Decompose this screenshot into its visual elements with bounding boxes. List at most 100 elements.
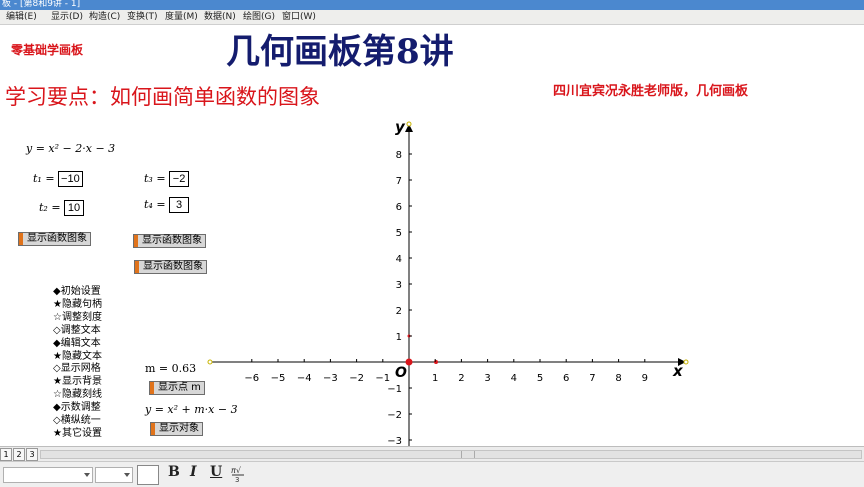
menu-data[interactable]: 数据(N) — [204, 10, 236, 24]
m-parameter[interactable]: m = 0.63 — [145, 362, 196, 375]
x-tick-label: 8 — [615, 373, 621, 384]
function-1-equation[interactable]: y = x² − 2·x − 3 — [26, 142, 115, 155]
param-t3-label: t₃ = — [144, 172, 166, 185]
x-tick-label: 5 — [537, 373, 543, 384]
y-tick-label: 2 — [396, 306, 402, 317]
show-graph-button-3[interactable]: 显示函数图象 — [134, 260, 207, 274]
menu-hide-handles[interactable]: ★隐藏句柄 — [53, 299, 102, 312]
x-tick-label: −1 — [375, 373, 390, 384]
x-axis-right-handle[interactable] — [683, 359, 689, 365]
menu-unify-axes[interactable]: ◇横纵统一 — [53, 415, 102, 428]
y-tick-label: 6 — [396, 202, 402, 213]
x-tick-label: 6 — [563, 373, 569, 384]
y-tick-label: −1 — [387, 384, 402, 395]
x-tick-label: −6 — [244, 373, 259, 384]
italic-button[interactable]: I — [190, 464, 197, 480]
x-tick-label: 4 — [511, 373, 517, 384]
param-t2[interactable]: t₂ = 10 — [39, 200, 85, 216]
font-family-select[interactable] — [3, 467, 93, 483]
param-t3[interactable]: t₃ = −2 — [144, 171, 190, 187]
menu-adjust-scale[interactable]: ☆调整刻度 — [53, 312, 102, 325]
bold-button[interactable]: B — [168, 464, 180, 480]
y-tick-label: 3 — [396, 280, 402, 291]
window-title-bar: 板 - [第8和9讲 - 1] — [0, 0, 864, 10]
param-t3-value[interactable]: −2 — [169, 171, 190, 187]
x-tick-label: −2 — [349, 373, 364, 384]
menu-window[interactable]: 窗口(W) — [282, 10, 316, 24]
x-axis-label: x — [672, 362, 684, 380]
show-object-button[interactable]: 显示对象 — [150, 422, 203, 436]
param-t1-value[interactable]: −10 — [58, 171, 83, 187]
menu-bar: 编辑(E) 显示(D) 构造(C) 变换(T) 度量(M) 数据(N) 绘图(G… — [0, 10, 864, 25]
x-tick-label: 2 — [458, 373, 464, 384]
menu-transform[interactable]: 变换(T) — [127, 10, 158, 24]
y-tick-label: 1 — [396, 332, 402, 343]
horizontal-scrollbar[interactable] — [40, 450, 862, 459]
x-tick-group: −6 −5 −4 −3 −2 −1 1 2 3 4 5 6 7 8 9 — [244, 359, 648, 384]
param-t4[interactable]: t₄ = 3 — [144, 197, 190, 213]
sketch-canvas[interactable]: 零基础学画板 几何画板第8讲 学习要点：如何画简单函数的图象 四川宜宾况永胜老师… — [0, 25, 864, 446]
param-t4-value[interactable]: 3 — [169, 197, 190, 213]
x-axis-left-handle[interactable] — [207, 359, 213, 365]
page-tab-1[interactable]: 1 — [0, 448, 12, 461]
y-tick-label: 4 — [396, 254, 402, 265]
x-tick-label: −5 — [271, 373, 286, 384]
page-tab-2[interactable]: 2 — [13, 448, 25, 461]
menu-other-settings[interactable]: ★其它设置 — [53, 428, 102, 441]
y-tick-label: 7 — [396, 176, 402, 187]
text-color-swatch[interactable] — [137, 465, 159, 485]
x-tick-label: 3 — [484, 373, 490, 384]
x-tick-label: 7 — [589, 373, 595, 384]
function-2-equation[interactable]: y = x² + m·x − 3 — [145, 403, 238, 416]
page-tab-3[interactable]: 3 — [26, 448, 38, 461]
show-graph-button-2[interactable]: 显示函数图象 — [133, 234, 206, 248]
lecture-title: 几何画板第8讲 — [226, 32, 454, 72]
y-axis-label: y — [395, 118, 406, 136]
menu-hide-text[interactable]: ★隐藏文本 — [53, 351, 102, 364]
param-t2-value[interactable]: 10 — [64, 200, 85, 216]
x-tick-label: −3 — [323, 373, 338, 384]
unit-point-y[interactable] — [407, 334, 411, 338]
corner-label: 零基础学画板 — [11, 43, 84, 57]
origin-label: O — [395, 365, 407, 381]
menu-graph[interactable]: 绘图(G) — [243, 10, 275, 24]
menu-initial-setup[interactable]: ◆初始设置 — [53, 286, 102, 299]
x-axis-arrow — [678, 358, 686, 366]
y-tick-label: −3 — [387, 436, 402, 446]
menu-adjust-text[interactable]: ◇调整文本 — [53, 325, 102, 338]
menu-show-grid[interactable]: ◇显示网格 — [53, 363, 102, 376]
svg-text:3: 3 — [235, 476, 239, 483]
menu-hide-ticks[interactable]: ☆隐藏刻线 — [53, 389, 102, 402]
y-tick-label: 5 — [396, 228, 402, 239]
key-point-heading: 学习要点：如何画简单函数的图象 — [5, 85, 320, 109]
menu-show-background[interactable]: ★显示背景 — [53, 376, 102, 389]
show-graph-button-1[interactable]: 显示函数图象 — [18, 232, 91, 246]
font-size-select[interactable] — [95, 467, 133, 483]
menu-display[interactable]: 显示(D) — [51, 10, 83, 24]
underline-button[interactable]: U — [210, 464, 222, 480]
x-tick-label: 1 — [432, 373, 438, 384]
author-label: 四川宜宾况永胜老师版，几何画板 — [553, 84, 749, 99]
param-t2-label: t₂ = — [39, 201, 61, 214]
param-t1[interactable]: t₁ = −10 — [33, 171, 83, 187]
x-tick-label: −4 — [297, 373, 312, 384]
menu-edit[interactable]: 编辑(E) — [6, 10, 37, 24]
window-title: 板 - [第8和9讲 - 1] — [2, 0, 81, 9]
scrollbar-thumb[interactable] — [461, 451, 475, 458]
origin-point[interactable] — [405, 358, 413, 366]
menu-number-adjust[interactable]: ◆示数调整 — [53, 402, 102, 415]
svg-text:π√: π√ — [231, 466, 242, 475]
math-format-icon[interactable]: π√ 3 — [230, 465, 246, 484]
x-tick-label: 9 — [642, 373, 648, 384]
menu-edit-text[interactable]: ◆编辑文本 — [53, 338, 102, 351]
y-tick-label: 8 — [396, 150, 402, 161]
status-bar: 1 2 3 — [0, 446, 864, 461]
side-menu: ◆初始设置 ★隐藏句柄 ☆调整刻度 ◇调整文本 ◆编辑文本 ★隐藏文本 ◇显示网… — [53, 286, 102, 441]
param-t4-label: t₄ = — [144, 198, 166, 211]
y-axis-top-handle[interactable] — [406, 121, 412, 127]
menu-construct[interactable]: 构造(C) — [89, 10, 120, 24]
text-format-toolbar: B I U π√ 3 — [0, 461, 864, 487]
menu-measure[interactable]: 度量(M) — [165, 10, 198, 24]
show-point-m-button[interactable]: 显示点 m — [149, 381, 205, 395]
unit-point-x[interactable] — [434, 360, 438, 364]
